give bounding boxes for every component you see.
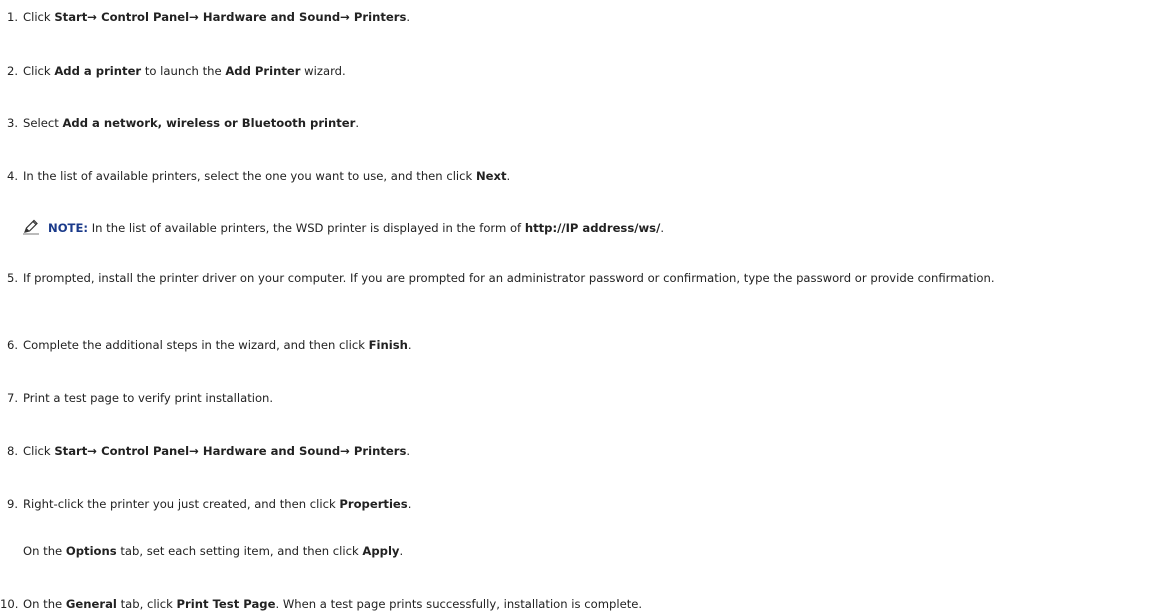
- bold-run: Add Printer: [225, 64, 301, 78]
- bold-run: →: [87, 444, 102, 458]
- step-8: 8. Click Start→ Control Panel→ Hardware a…: [0, 444, 410, 458]
- bold-run: Control Panel: [101, 10, 190, 24]
- text-run: In the list of available printers, selec…: [23, 169, 476, 183]
- step-9: 9. Right-click the printer you just creat…: [0, 497, 411, 511]
- step-number: 7.: [6, 391, 18, 405]
- bold-run: Apply: [362, 544, 400, 558]
- step-text: Select Add a network, wireless or Blueto…: [23, 116, 359, 130]
- step-9-substep: On the Options tab, set each setting ite…: [23, 544, 403, 558]
- bold-run: Options: [65, 544, 117, 558]
- text-run: .: [407, 497, 412, 511]
- text-run: Right-click the printer you just created…: [23, 497, 340, 511]
- step-5: 5. If prompted, install the printer drive…: [0, 271, 1160, 285]
- step-number: 10.: [0, 597, 19, 611]
- step-number: 6.: [6, 338, 18, 352]
- bold-run: Properties: [339, 497, 408, 511]
- text-run: tab, click: [116, 597, 177, 611]
- substep-text: On the Options tab, set each setting ite…: [23, 544, 403, 558]
- text-run: Click: [23, 64, 55, 78]
- text-run: .: [355, 116, 360, 130]
- step-3: 3. Select Add a network, wireless or Blue…: [0, 116, 359, 130]
- step-7: 7. Print a test page to verify print inst…: [0, 391, 273, 405]
- step-text: In the list of available printers, selec…: [23, 169, 510, 183]
- bold-run: Add a printer: [54, 64, 142, 78]
- bold-run: Next: [475, 169, 507, 183]
- step-number: 9.: [6, 497, 18, 511]
- step-10: 10. On the General tab, click Print Test …: [0, 597, 642, 611]
- text-run: to launch the: [141, 64, 226, 78]
- text-run: tab, set each setting item, and then cli…: [116, 544, 363, 558]
- step-text: Right-click the printer you just created…: [23, 497, 411, 511]
- text-run: .: [406, 444, 411, 458]
- note-text: In the list of available printers, the W…: [88, 221, 664, 235]
- text-run: Complete the additional steps in the wiz…: [23, 338, 369, 352]
- bold-run: →: [340, 444, 354, 458]
- bold-run: Add a network, wireless or Bluetooth pri…: [62, 116, 356, 130]
- bold-run: Finish: [368, 338, 408, 352]
- step-number: 8.: [6, 444, 18, 458]
- step-2: 2. Click Add a printer to launch the Add …: [0, 64, 346, 78]
- step-text: Click Start→ Control Panel→ Hardware and…: [23, 10, 410, 24]
- text-run: On the: [23, 544, 66, 558]
- text-run: If prompted, install the printer driver …: [23, 271, 995, 285]
- text-run: .: [399, 544, 404, 558]
- note: NOTE: In the list of available printers,…: [22, 219, 664, 235]
- step-number: 5.: [6, 271, 18, 285]
- step-text: Print a test page to verify print instal…: [23, 391, 273, 405]
- step-text: Complete the additional steps in the wiz…: [23, 338, 412, 352]
- step-number: 4.: [6, 169, 18, 183]
- step-number: 3.: [6, 116, 18, 130]
- step-number: 2.: [6, 64, 18, 78]
- text-run: Select: [23, 116, 63, 130]
- bold-run: Printers: [353, 10, 407, 24]
- text-run: .: [506, 169, 511, 183]
- text-run: .: [660, 221, 665, 235]
- step-text: If prompted, install the printer driver …: [0, 271, 1160, 285]
- step-text: On the General tab, click Print Test Pag…: [23, 597, 642, 611]
- text-run: .: [407, 338, 412, 352]
- text-run: In the list of available printers, the W…: [88, 221, 525, 235]
- bold-run: Start: [54, 10, 88, 24]
- step-text: Click Start→ Control Panel→ Hardware and…: [23, 444, 410, 458]
- text-run: wizard.: [300, 64, 346, 78]
- bold-run: →: [87, 10, 102, 24]
- bold-run: Print Test Page: [176, 597, 276, 611]
- bold-run: →: [189, 10, 203, 24]
- bold-run: →: [189, 444, 203, 458]
- bold-run: General: [65, 597, 117, 611]
- text-run: Click: [23, 444, 55, 458]
- note-label: NOTE:: [48, 221, 89, 235]
- step-1: 1. Click Start→ Control Panel→ Hardware a…: [0, 10, 410, 24]
- text-run: Click: [23, 10, 55, 24]
- bold-run: Hardware and Sound: [202, 444, 341, 458]
- step-text: Click Add a printer to launch the Add Pr…: [23, 64, 346, 78]
- note-pencil-icon: [22, 219, 40, 235]
- bold-run: Printers: [353, 444, 407, 458]
- text-run: Print a test page to verify print instal…: [23, 391, 274, 405]
- text-run: On the: [23, 597, 66, 611]
- step-4: 4. In the list of available printers, sel…: [0, 169, 510, 183]
- bold-run: Start: [54, 444, 88, 458]
- bold-run: http://IP address/ws/: [524, 221, 661, 235]
- bold-run: Hardware and Sound: [202, 10, 341, 24]
- bold-run: →: [340, 10, 354, 24]
- step-6: 6. Complete the additional steps in the w…: [0, 338, 412, 352]
- text-run: . When a test page prints successfully, …: [275, 597, 643, 611]
- step-number: 1.: [6, 10, 18, 24]
- bold-run: Control Panel: [101, 444, 190, 458]
- text-run: .: [406, 10, 411, 24]
